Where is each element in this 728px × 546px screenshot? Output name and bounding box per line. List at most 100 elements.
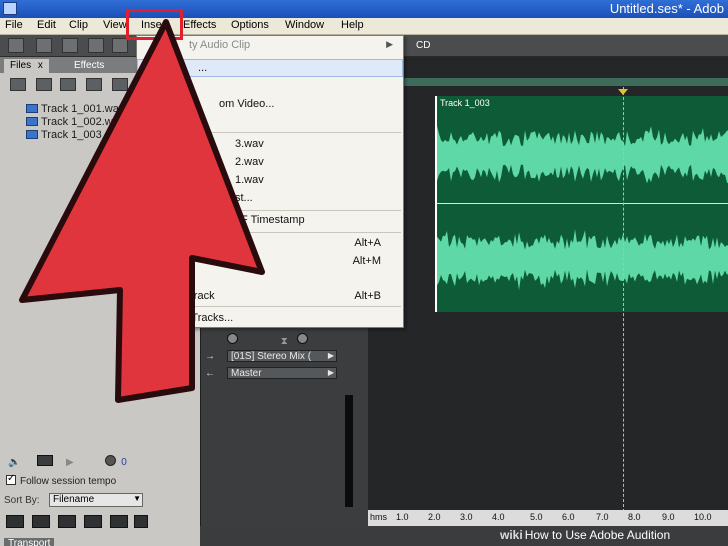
play-icon[interactable]: ▶ xyxy=(66,457,74,468)
ruler-unit: hms xyxy=(370,512,388,522)
menu-file[interactable]: File xyxy=(5,19,23,31)
output-value: [01S] Stereo Mix ( xyxy=(231,351,312,362)
output-arrow-icon: → xyxy=(205,351,215,362)
menu-separator xyxy=(171,132,401,133)
audio-file-icon xyxy=(26,130,38,139)
speaker-icon[interactable]: 🔈 xyxy=(8,457,20,468)
ruler-tick: 8.0 xyxy=(628,512,641,522)
tab-transport[interactable]: Transport xyxy=(4,538,55,546)
edit-file-icon[interactable] xyxy=(112,78,128,91)
sort-by-label: Sort By: xyxy=(4,495,40,506)
show-loops-icon[interactable] xyxy=(32,515,50,528)
app-icon xyxy=(3,2,17,15)
submenu-arrow-icon: ▶ xyxy=(386,39,393,49)
show-audio-icon[interactable] xyxy=(6,515,24,528)
tool-button[interactable] xyxy=(88,38,104,53)
menu-bar: File Edit Clip View Insert Effects Optio… xyxy=(0,18,728,35)
playhead[interactable] xyxy=(623,87,624,512)
chevron-right-icon: ▶ xyxy=(327,351,334,360)
menu-item-audio-from-video[interactable]: om Video... xyxy=(137,96,403,114)
title-bar: Untitled.ses* - Adob xyxy=(0,0,728,18)
insert-into-multitrack-icon[interactable] xyxy=(60,78,76,91)
more-icon[interactable] xyxy=(134,515,148,528)
time-ruler[interactable]: hms 1.0 2.0 3.0 4.0 5.0 6.0 7.0 8.0 9.0 … xyxy=(368,510,728,526)
menu-separator xyxy=(171,232,401,233)
menu-item-video-track[interactable]: deo xyxy=(137,270,403,288)
close-file-icon[interactable] xyxy=(36,78,52,91)
tab-effects-label: Effects xyxy=(74,60,105,71)
pan-knob-icon[interactable] xyxy=(296,333,308,344)
shortcut: Alt+A xyxy=(354,237,381,249)
menu-item-audio[interactable]: ... xyxy=(137,59,403,77)
menu-item-recent-file[interactable]: 1.wav xyxy=(137,172,403,190)
menu-item-midi-track[interactable]: Alt+M xyxy=(137,253,403,271)
menu-separator xyxy=(171,210,401,211)
ruler-tick: 2.0 xyxy=(428,512,441,522)
cd-view-button[interactable] xyxy=(62,38,78,53)
menu-options[interactable]: Options xyxy=(231,19,269,31)
tab-effects[interactable]: Effects xyxy=(68,59,110,73)
ruler-tick: 9.0 xyxy=(662,512,675,522)
ruler-tick: 7.0 xyxy=(596,512,609,522)
waveform-right xyxy=(437,229,728,291)
follow-tempo-checkbox[interactable] xyxy=(6,473,16,485)
shortcut: Alt+B xyxy=(354,290,381,302)
insert-into-cd-icon[interactable] xyxy=(86,78,102,91)
audio-clip[interactable]: Track 1_003 xyxy=(435,96,728,312)
menu-item-add-tracks[interactable]: Add Tracks... xyxy=(137,310,403,328)
volume-knob-icon[interactable] xyxy=(104,455,116,466)
menu-view[interactable]: View xyxy=(103,19,127,31)
ruler-tick: 10.0 xyxy=(694,512,712,522)
tab-close-icon[interactable]: x xyxy=(38,60,43,71)
show-midi-icon[interactable] xyxy=(58,515,76,528)
tab-files[interactable]: Files x xyxy=(4,59,49,73)
select-tool-button[interactable] xyxy=(112,38,128,53)
tab-files-label: Files xyxy=(10,60,32,71)
loop-icon[interactable] xyxy=(37,455,54,466)
chevron-down-icon: ▼ xyxy=(133,494,141,503)
follow-tempo-row[interactable]: Follow session tempo xyxy=(6,473,117,487)
ruler-tick: 6.0 xyxy=(562,512,575,522)
menu-help[interactable]: Help xyxy=(341,19,364,31)
bus-value: Master xyxy=(231,368,262,379)
multitrack-timeline: Track 1_003 hms 1.0 2.0 3.0 4.0 5.0 6.0 … xyxy=(368,57,728,526)
follow-tempo-label: Follow session tempo xyxy=(20,476,117,487)
menu-edit[interactable]: Edit xyxy=(37,19,56,31)
menu-effects[interactable]: Effects xyxy=(183,19,216,31)
full-path-icon[interactable] xyxy=(110,515,128,528)
input-arrow-icon: ← xyxy=(205,368,215,379)
timeline-ruler-top[interactable] xyxy=(368,78,728,86)
menu-item-recent-file[interactable]: 2.wav xyxy=(137,154,403,172)
sort-by-select[interactable]: Filename ▼ xyxy=(49,493,143,507)
output-select[interactable]: [01S] Stereo Mix ( ▶ xyxy=(227,350,337,362)
audition-window: Untitled.ses* - Adob File Edit Clip View… xyxy=(0,0,728,546)
file-item[interactable]: Track 1_001.wav xyxy=(26,103,124,116)
menu-item-bwf-timestamp[interactable]: F Timestamp xyxy=(137,212,403,230)
ruler-tick: 5.0 xyxy=(530,512,543,522)
clip-name: Track 1_003 xyxy=(440,98,490,108)
menu-item-recent-file[interactable]: 3.wav xyxy=(137,136,403,154)
insert-menu-highlight xyxy=(126,9,183,40)
ruler-tick: 1.0 xyxy=(396,512,409,522)
import-file-icon[interactable] xyxy=(10,78,26,91)
channel-divider xyxy=(437,203,728,204)
menu-window[interactable]: Window xyxy=(285,19,324,31)
menu-clip[interactable]: Clip xyxy=(69,19,88,31)
show-video-icon[interactable] xyxy=(84,515,102,528)
menu-item-playlist[interactable]: st... xyxy=(137,190,403,208)
volume-knob-icon[interactable] xyxy=(227,333,238,344)
menu-item-audio-track[interactable]: Alt+A xyxy=(137,235,403,253)
edit-view-button[interactable] xyxy=(8,38,24,53)
preview-controls: 🔈 ▶ 0 xyxy=(8,455,127,468)
file-item[interactable]: Track 1_002.wav xyxy=(26,116,124,129)
multitrack-view-button[interactable] xyxy=(36,38,52,53)
watermark-text: How to Use Adobe Audition xyxy=(524,528,671,542)
cd-label: CD xyxy=(416,40,431,51)
sort-by-value: Filename xyxy=(53,494,95,505)
chevron-right-icon: ▶ xyxy=(327,368,334,377)
pan-icon[interactable]: ⧗ xyxy=(281,336,288,347)
menu-item-bus-track[interactable]: us Track Alt+B xyxy=(137,288,403,306)
bus-select[interactable]: Master ▶ xyxy=(227,367,337,379)
file-item[interactable]: Track 1_003 xyxy=(26,129,102,142)
track-knobs: ⧗ xyxy=(205,333,308,347)
